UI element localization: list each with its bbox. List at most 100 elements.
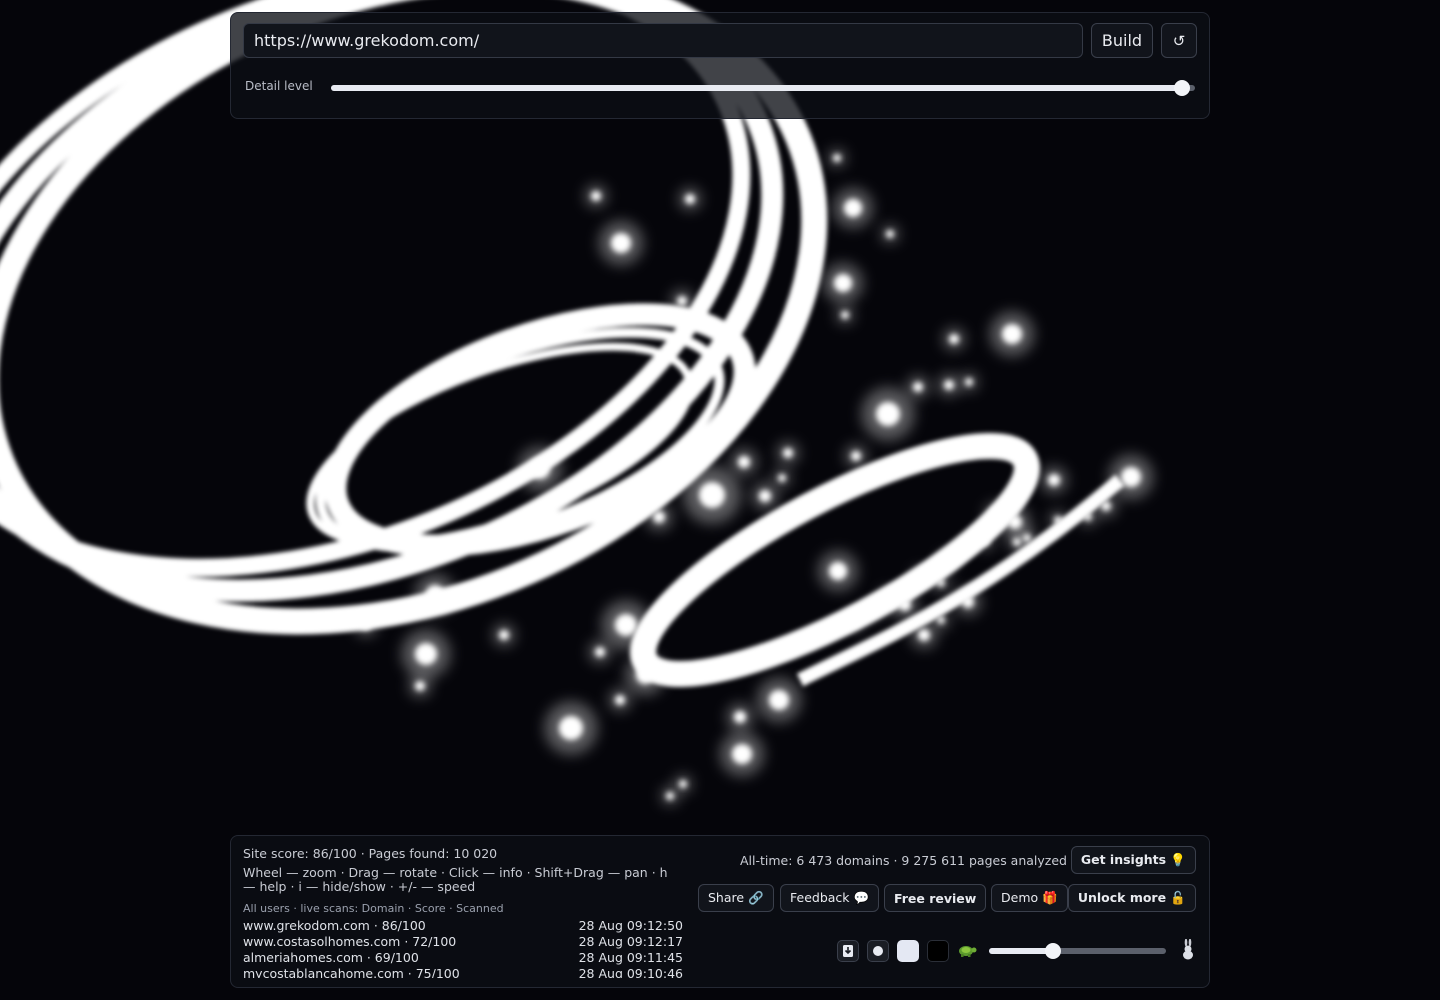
page-node[interactable] xyxy=(415,643,437,665)
page-node[interactable] xyxy=(699,482,725,508)
scan-domain: mycostablancahome.com · 75/100 xyxy=(243,966,460,978)
page-node[interactable] xyxy=(829,562,847,580)
list-item[interactable]: www.grekodom.com · 86/100 28 Aug 09:12:5… xyxy=(243,918,683,934)
page-node[interactable] xyxy=(677,296,687,306)
page-node[interactable] xyxy=(1023,534,1031,542)
scan-domain: www.costasolhomes.com · 72/100 xyxy=(243,934,457,949)
detail-level-thumb[interactable] xyxy=(1174,80,1191,96)
page-node[interactable] xyxy=(666,792,674,800)
url-toolbar: Build ↺ Detail level xyxy=(230,12,1210,119)
page-node[interactable] xyxy=(559,716,583,740)
page-node[interactable] xyxy=(759,490,771,502)
build-button[interactable]: Build xyxy=(1091,23,1153,58)
page-node[interactable] xyxy=(595,647,605,657)
speed-slider[interactable] xyxy=(989,943,1166,959)
refresh-icon: ↺ xyxy=(1172,31,1186,50)
detail-level-fill xyxy=(331,85,1183,91)
detail-level-label: Detail level xyxy=(245,79,313,93)
page-node[interactable] xyxy=(833,154,841,162)
page-node[interactable] xyxy=(361,620,371,630)
page-node[interactable] xyxy=(965,378,973,386)
url-input[interactable] xyxy=(243,23,1083,58)
large-dots-toggle[interactable] xyxy=(897,940,919,962)
page-node[interactable] xyxy=(917,573,925,581)
page-node[interactable] xyxy=(499,630,509,640)
page-node[interactable] xyxy=(778,474,786,482)
page-node[interactable] xyxy=(981,537,989,545)
turtle-icon xyxy=(959,946,977,957)
speed-thumb[interactable] xyxy=(1044,943,1061,959)
page-node[interactable] xyxy=(834,274,852,292)
page-node[interactable] xyxy=(949,334,959,344)
scan-time: 28 Aug 09:12:50 xyxy=(578,918,683,933)
page-node[interactable] xyxy=(1121,467,1141,487)
page-node[interactable] xyxy=(615,695,625,705)
page-node[interactable] xyxy=(636,666,654,684)
page-node[interactable] xyxy=(615,614,637,636)
download-button[interactable] xyxy=(837,940,859,962)
page-node[interactable] xyxy=(841,311,849,319)
page-node[interactable] xyxy=(991,509,1001,519)
site-score: Site score: 86/100 · Pages found: 10 020 xyxy=(243,846,498,861)
page-node[interactable] xyxy=(530,459,550,479)
unlock-more-button[interactable]: Unlock more 🔓 xyxy=(1067,884,1196,912)
speed-fill xyxy=(989,948,1053,954)
page-node[interactable] xyxy=(679,780,687,788)
page-node[interactable] xyxy=(685,194,695,204)
demo-button[interactable]: Demo 🎁 xyxy=(991,884,1068,912)
page-node[interactable] xyxy=(886,230,894,238)
small-dots-toggle[interactable] xyxy=(867,940,889,962)
page-node[interactable] xyxy=(1084,513,1092,521)
dark-background-toggle[interactable] xyxy=(927,940,949,962)
scans-header: All users · live scans: Domain · Score ·… xyxy=(243,902,504,915)
page-node[interactable] xyxy=(944,380,954,390)
alltime-stats: All-time: 6 473 domains · 9 275 611 page… xyxy=(739,853,1067,868)
page-node[interactable] xyxy=(738,456,750,468)
page-node[interactable] xyxy=(653,511,665,523)
page-node[interactable] xyxy=(732,744,752,764)
page-node[interactable] xyxy=(1008,515,1022,529)
page-node[interactable] xyxy=(769,690,789,710)
page-node[interactable] xyxy=(851,451,861,461)
page-node[interactable] xyxy=(937,579,945,587)
scan-time: 28 Aug 09:10:46 xyxy=(578,966,683,978)
page-node[interactable] xyxy=(876,402,900,426)
list-item[interactable]: almeriahomes.com · 69/100 28 Aug 09:11:4… xyxy=(243,950,683,966)
scan-list: www.grekodom.com · 86/100 28 Aug 09:12:5… xyxy=(243,918,683,978)
page-node[interactable] xyxy=(783,448,793,458)
get-insights-button[interactable]: Get insights 💡 xyxy=(1070,846,1196,874)
share-button[interactable]: Share 🔗 xyxy=(698,884,774,912)
stats-panel: Site score: 86/100 · Pages found: 10 020… xyxy=(230,835,1210,988)
page-node[interactable] xyxy=(591,191,601,201)
feedback-button[interactable]: Feedback 💬 xyxy=(780,884,880,912)
page-node[interactable] xyxy=(415,681,425,691)
scan-domain: almeriahomes.com · 69/100 xyxy=(243,950,419,965)
reset-button[interactable]: ↺ xyxy=(1161,23,1197,58)
page-node[interactable] xyxy=(611,233,631,253)
scan-time: 28 Aug 09:12:17 xyxy=(578,934,683,949)
page-node[interactable] xyxy=(851,618,859,626)
free-review-button[interactable]: Free review xyxy=(884,884,987,912)
scan-domain: www.grekodom.com · 86/100 xyxy=(243,918,426,933)
page-node[interactable] xyxy=(937,616,945,624)
page-node[interactable] xyxy=(1002,324,1022,344)
list-item[interactable]: mycostablancahome.com · 75/100 28 Aug 09… xyxy=(243,966,683,978)
page-node[interactable] xyxy=(869,607,877,615)
page-node[interactable] xyxy=(943,558,951,566)
page-node[interactable] xyxy=(913,382,923,392)
page-node[interactable] xyxy=(844,199,862,217)
detail-level-slider[interactable] xyxy=(331,80,1195,96)
download-icon xyxy=(843,945,853,957)
page-node[interactable] xyxy=(734,711,746,723)
page-node[interactable] xyxy=(899,599,911,611)
page-node[interactable] xyxy=(918,629,930,641)
page-node[interactable] xyxy=(1048,474,1060,486)
list-item[interactable]: www.costasolhomes.com · 72/100 28 Aug 09… xyxy=(243,934,683,950)
page-node[interactable] xyxy=(884,595,894,605)
page-node[interactable] xyxy=(1054,516,1062,524)
page-node[interactable] xyxy=(426,585,444,603)
page-node[interactable] xyxy=(1101,501,1111,511)
small-dot-icon xyxy=(873,946,883,956)
page-node[interactable] xyxy=(962,596,974,608)
scan-time: 28 Aug 09:11:45 xyxy=(578,950,683,965)
